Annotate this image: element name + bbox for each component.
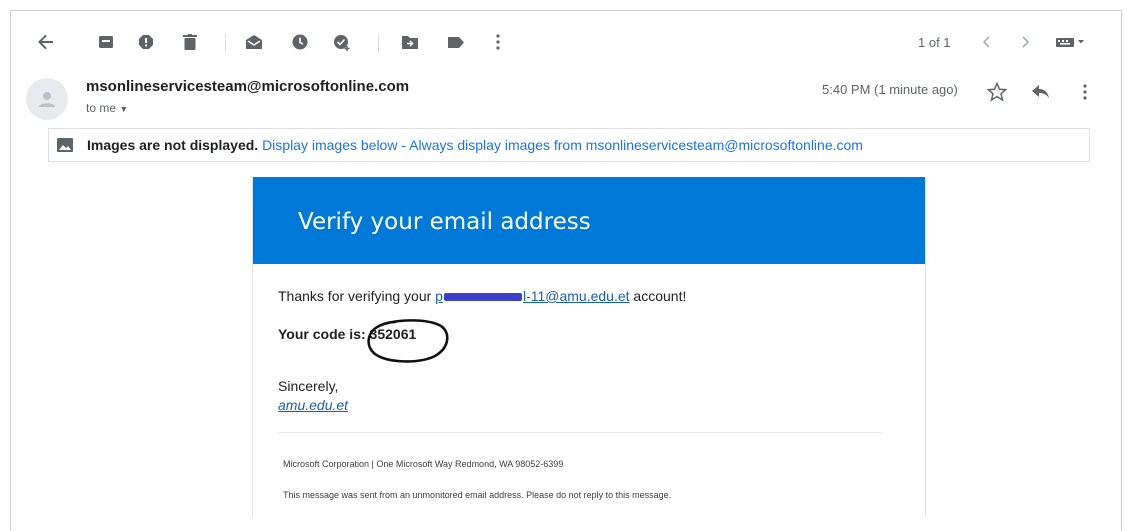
hand-drawn-circle-annotation — [367, 319, 449, 363]
recipient-label: to me — [86, 101, 117, 115]
person-icon — [39, 92, 55, 107]
account-email-link[interactable]: p l-11@amu.edu.et — [435, 288, 629, 304]
email-body: Verify your email address Thanks for ver… — [252, 177, 926, 517]
next-chevron-icon[interactable] — [1016, 32, 1036, 52]
images-blocked-notice: Images are not displayed. Display images… — [48, 128, 1090, 162]
banner-title: Verify your email address — [298, 209, 591, 235]
previous-chevron-icon[interactable] — [976, 32, 996, 52]
archive-icon[interactable] — [96, 32, 116, 52]
input-tools-icon[interactable] — [1054, 32, 1088, 52]
recipient-details-toggle[interactable]: to me ▼ — [86, 101, 128, 115]
delete-icon[interactable] — [180, 32, 200, 52]
avatar[interactable] — [26, 78, 68, 120]
label-icon[interactable] — [446, 32, 466, 52]
thanks-line: Thanks for verifying your p l-11@amu.edu.… — [278, 288, 686, 304]
email-visible-suffix: l-11@amu.edu.et — [522, 288, 630, 304]
add-to-tasks-icon[interactable] — [332, 32, 352, 52]
images-notice-bold: Images are not displayed. — [87, 137, 259, 153]
email-visible-prefix: p — [435, 288, 443, 304]
report-spam-icon[interactable] — [136, 32, 156, 52]
more-vert-icon[interactable] — [488, 32, 508, 52]
pagination-label: 1 of 1 — [918, 35, 951, 50]
star-icon[interactable] — [986, 81, 1008, 103]
image-icon — [57, 138, 73, 152]
toolbar-divider — [378, 34, 379, 52]
display-images-link[interactable]: Display images below — [262, 137, 397, 153]
toolbar-divider — [225, 34, 226, 52]
redaction-mark — [443, 293, 522, 302]
reply-icon[interactable] — [1030, 81, 1052, 103]
signature-link-wrap: amu.edu.et — [278, 397, 348, 413]
sender-email[interactable]: msonlineservicesteam@microsoftonline.com — [86, 78, 409, 95]
toolbar: 1 of 1 — [0, 22, 1128, 62]
more-vert-icon[interactable] — [1074, 81, 1096, 103]
message-header: msonlineservicesteam@microsoftonline.com… — [0, 75, 1128, 125]
images-notice-separator: - — [397, 137, 410, 153]
caret-down-icon: ▼ — [119, 104, 129, 114]
mark-unread-icon[interactable] — [244, 32, 264, 52]
thanks-prefix: Thanks for verifying your — [278, 288, 436, 304]
footer-divider — [278, 432, 882, 433]
signature-link[interactable]: amu.edu.et — [278, 397, 348, 413]
thanks-suffix: account! — [629, 288, 687, 304]
sincerely-text: Sincerely, — [278, 378, 339, 394]
footer-address: Microsoft Corporation | One Microsoft Wa… — [283, 459, 564, 469]
email-banner: Verify your email address — [253, 177, 925, 264]
message-time: 5:40 PM (1 minute ago) — [822, 82, 958, 97]
move-to-icon[interactable] — [400, 32, 420, 52]
snooze-icon[interactable] — [290, 32, 310, 52]
code-label: Your code is: — [278, 326, 370, 342]
back-arrow-icon[interactable] — [36, 32, 56, 52]
footer-note: This message was sent from an unmonitore… — [283, 490, 672, 500]
always-display-images-link[interactable]: Always display images from msonlineservi… — [409, 137, 863, 153]
